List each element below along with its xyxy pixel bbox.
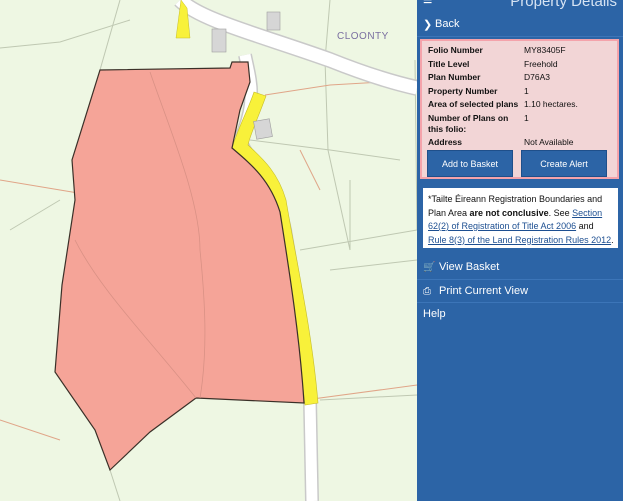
title-level-row: Title Level Freehold [428, 59, 558, 69]
plans-count-row: Number of Plans on this folio: 1 [428, 113, 529, 134]
place-label-cloonty: CLOONTY [337, 31, 389, 42]
print-icon: ⎙ [423, 285, 431, 297]
chevron-right-icon: ❯ [423, 18, 433, 31]
map-canvas[interactable] [0, 0, 417, 501]
panel-header: ≡ Property Details [417, 0, 623, 10]
property-number-row: Property Number 1 [428, 86, 529, 96]
print-current-view-item[interactable]: ⎙ Print Current View [417, 280, 623, 302]
add-to-basket-button[interactable]: Add to Basket [427, 150, 513, 177]
plan-number-row: Plan Number D76A3 [428, 72, 550, 82]
registration-notice: *Tailte Éireann Registration Boundaries … [421, 186, 620, 250]
cart-icon: 🛒 [423, 261, 436, 273]
back-label: Back [435, 18, 460, 30]
address-row: Address Not Available [428, 137, 574, 147]
view-basket-item[interactable]: 🛒 View Basket [417, 256, 623, 278]
property-details-panel: ≡ Property Details ❯ Back Folio Number M… [417, 0, 623, 501]
hamburger-menu-icon[interactable]: ≡ [423, 0, 432, 9]
map-view[interactable]: CLOONTY [0, 0, 417, 501]
create-alert-button[interactable]: Create Alert [521, 150, 607, 177]
help-item[interactable]: Help [417, 303, 623, 325]
rule-8-link[interactable]: Rule 8(3) of the Land Registration Rules… [428, 235, 611, 245]
folio-number-row: Folio Number MY83405F [428, 45, 566, 55]
back-button[interactable]: ❯ Back [417, 12, 623, 37]
folio-info-box: Folio Number MY83405F Title Level Freeho… [420, 39, 619, 179]
panel-title: Property Details [510, 0, 617, 10]
area-row: Area of selected plans 1.10 hectares. [428, 99, 578, 109]
